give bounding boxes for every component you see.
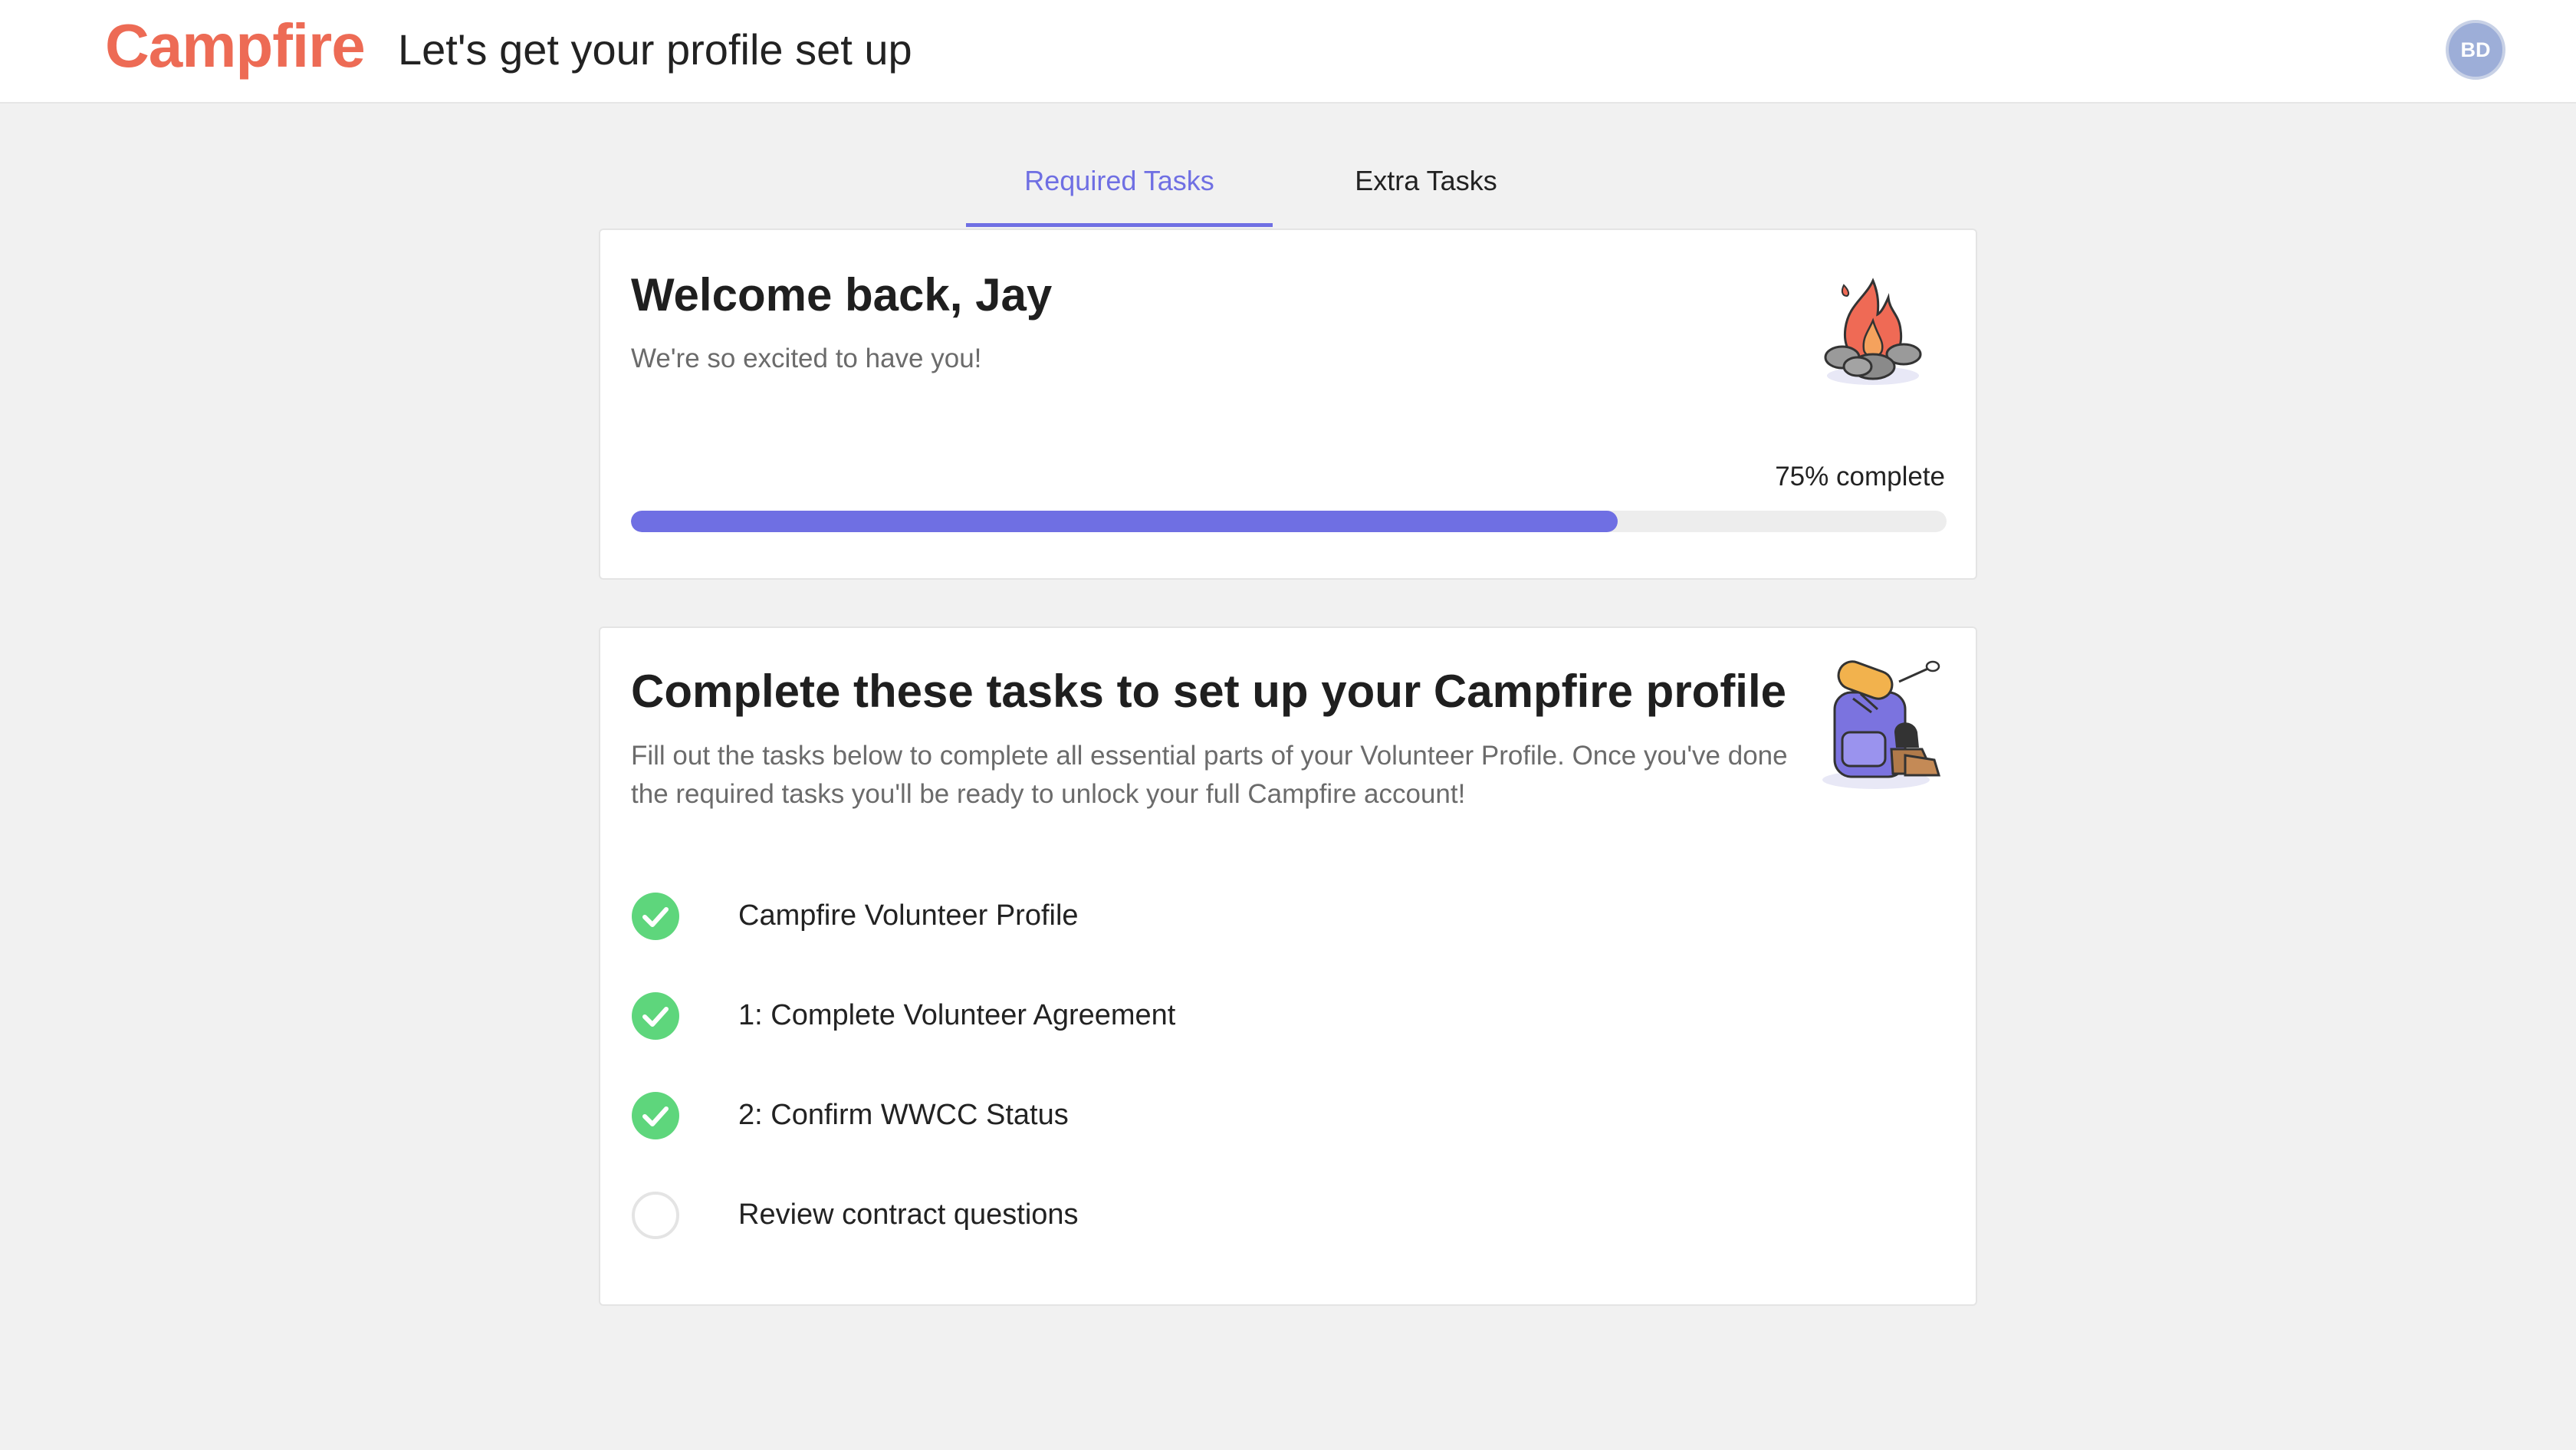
campfire-logo[interactable]: Campfire	[105, 15, 366, 77]
welcome-subtitle: We're so excited to have you!	[631, 344, 982, 373]
user-avatar[interactable]: BD	[2446, 20, 2505, 80]
progress-bar-fill	[631, 511, 1618, 532]
check-circle-icon	[632, 893, 679, 940]
welcome-card: Welcome back, Jay We're so excited to ha…	[599, 229, 1977, 580]
progress-label: 75% complete	[1775, 462, 1945, 492]
backpack-illustration	[1822, 660, 1941, 789]
welcome-title: Welcome back, Jay	[631, 269, 1053, 321]
task-row[interactable]: Review contract questions	[631, 1180, 1934, 1249]
check-circle-icon	[632, 1092, 679, 1139]
task-tabs: Required Tasks Extra Tasks	[966, 146, 1549, 229]
empty-circle-icon	[632, 1192, 679, 1239]
tasks-description: Fill out the tasks below to complete all…	[631, 741, 1788, 809]
progress-bar	[631, 511, 1947, 532]
tab-required-tasks[interactable]: Required Tasks	[966, 146, 1273, 227]
tab-extra-tasks[interactable]: Extra Tasks	[1303, 146, 1549, 227]
top-header: Campfire Let's get your profile set up B…	[0, 0, 2576, 104]
task-row[interactable]: 1: Complete Volunteer Agreement	[631, 981, 1934, 1050]
task-row[interactable]: 2: Confirm WWCC Status	[631, 1080, 1934, 1149]
task-label: 2: Confirm WWCC Status	[738, 1099, 1069, 1131]
task-row[interactable]: Campfire Volunteer Profile	[631, 881, 1934, 950]
task-label: Campfire Volunteer Profile	[738, 899, 1079, 932]
tasks-title: Complete these tasks to set up your Camp…	[631, 666, 1787, 717]
task-label: Review contract questions	[738, 1198, 1079, 1231]
campfire-illustration	[1824, 278, 1922, 385]
page-title: Let's get your profile set up	[398, 25, 912, 74]
tasks-card: Complete these tasks to set up your Camp…	[599, 626, 1977, 1306]
task-label: 1: Complete Volunteer Agreement	[738, 999, 1176, 1031]
check-circle-icon	[632, 992, 679, 1040]
